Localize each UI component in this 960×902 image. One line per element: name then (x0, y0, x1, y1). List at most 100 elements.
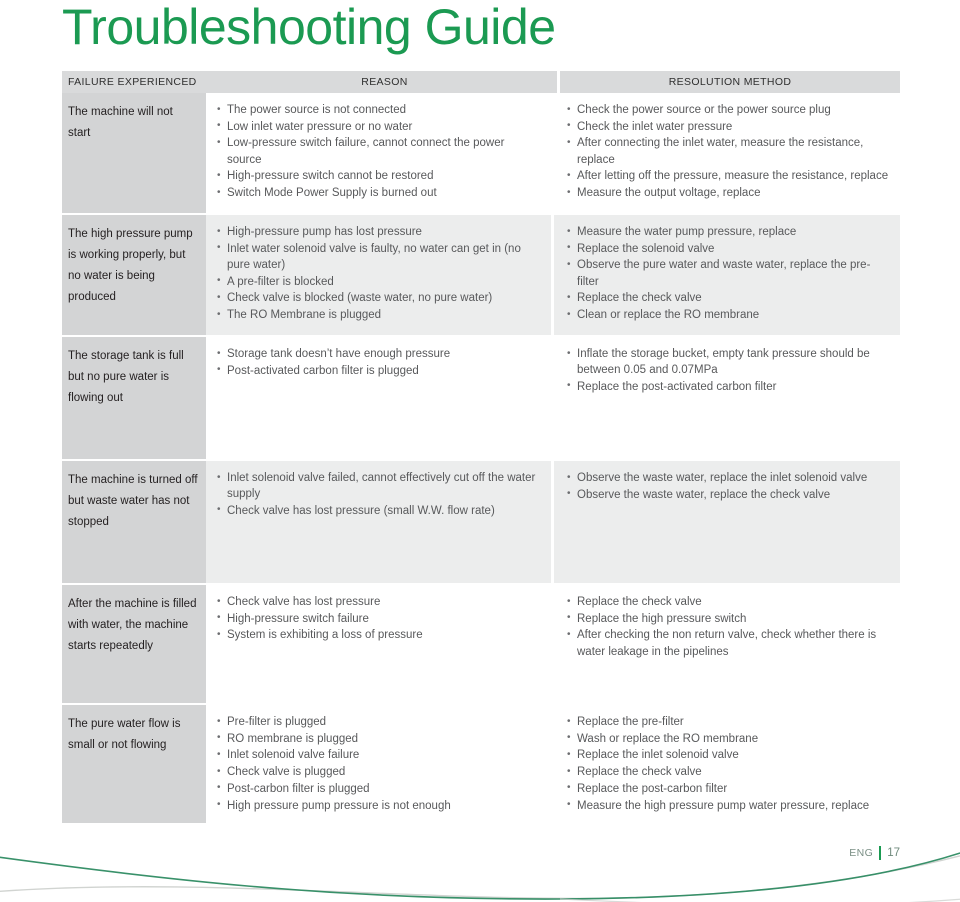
list-item: Replace the high pressure switch (566, 610, 890, 627)
footer-divider-bar (879, 846, 882, 860)
list-item: Replace the check valve (566, 290, 890, 306)
table-body: The machine will not start The power sour… (62, 93, 900, 824)
cell-resolution-list: Replace the pre-filterWash or replace th… (566, 713, 890, 814)
cell-resolution: Observe the waste water, replace the inl… (554, 461, 900, 583)
list-item: Replace the post-activated carbon filter (566, 378, 890, 395)
cell-failure: The machine will not start (62, 93, 206, 213)
page-title: Troubleshooting Guide (62, 0, 556, 55)
list-item: Measure the output voltage, replace (566, 185, 890, 201)
list-item: Post-activated carbon filter is plugged (216, 362, 541, 379)
list-item: High-pressure pump has lost pressure (216, 223, 541, 240)
cell-resolution-list: Measure the water pump pressure, replace… (566, 223, 890, 323)
cell-reason: Storage tank doesn’t have enough pressur… (206, 337, 551, 459)
list-item: Storage tank doesn’t have enough pressur… (216, 345, 541, 362)
list-item: Pre-filter is plugged (216, 713, 541, 730)
cell-reason-list: Check valve has lost pressureHigh-pressu… (216, 593, 541, 644)
list-item: The RO Membrane is plugged (216, 307, 541, 323)
cell-failure: After the machine is filled with water, … (62, 585, 206, 703)
cell-reason: Pre-filter is pluggedRO membrane is plug… (206, 705, 551, 824)
table-row: The machine is turned off but waste wate… (62, 461, 900, 583)
list-item: Check the power source or the power sour… (566, 101, 890, 118)
list-item: Replace the pre-filter (566, 713, 890, 730)
list-item: Check valve is plugged (216, 764, 541, 780)
cell-resolution: Inflate the storage bucket, empty tank p… (554, 337, 900, 459)
list-item: Low-pressure switch failure, cannot conn… (216, 135, 541, 167)
list-item: Replace the solenoid valve (566, 240, 890, 257)
cell-resolution: Measure the water pump pressure, replace… (554, 215, 900, 335)
footer-language: ENG (849, 847, 874, 859)
list-item: Measure the water pump pressure, replace (566, 223, 890, 240)
list-item: Check the inlet water pressure (566, 118, 890, 135)
footer: ENG 17 (849, 846, 900, 860)
list-item: RO membrane is plugged (216, 730, 541, 747)
cell-resolution: Check the power source or the power sour… (554, 93, 900, 213)
failure-text: After the machine is filled with water, … (68, 598, 197, 652)
cell-failure: The storage tank is full but no pure wat… (62, 337, 206, 459)
column-header-failure: FAILURE EXPERIENCED (68, 76, 197, 88)
list-item: Observe the pure water and waste water, … (566, 257, 890, 289)
table-row: The storage tank is full but no pure wat… (62, 337, 900, 459)
cell-reason-list: High-pressure pump has lost pressureInle… (216, 223, 541, 323)
list-item: Clean or replace the RO membrane (566, 307, 890, 323)
list-item: Inlet solenoid valve failure (216, 747, 541, 763)
list-item: Replace the check valve (566, 764, 890, 780)
list-item: Check valve has lost pressure (small W.W… (216, 502, 541, 519)
list-item: Replace the check valve (566, 593, 890, 610)
cell-reason-list: Storage tank doesn’t have enough pressur… (216, 345, 541, 379)
column-header-resolution: RESOLUTION METHOD (668, 76, 792, 88)
list-item: Wash or replace the RO membrane (566, 730, 890, 747)
table-header-row: FAILURE EXPERIENCED REASON RESOLUTION ME… (62, 71, 900, 93)
failure-text: The machine will not start (68, 106, 173, 139)
list-item: System is exhibiting a loss of pressure (216, 627, 541, 643)
list-item: High pressure pump pressure is not enoug… (216, 797, 541, 814)
list-item: Observe the waste water, replace the che… (566, 486, 890, 503)
cell-reason: The power source is not connectedLow inl… (206, 93, 551, 213)
failure-text: The high pressure pump is working proper… (68, 228, 193, 303)
page: Troubleshooting Guide FAILURE EXPERIENCE… (0, 0, 960, 902)
list-item: Inflate the storage bucket, empty tank p… (566, 345, 890, 378)
list-item: Check valve is blocked (waste water, no … (216, 290, 541, 306)
failure-text: The pure water flow is small or not flow… (68, 718, 181, 751)
list-item: High-pressure switch cannot be restored (216, 168, 541, 184)
list-item: Switch Mode Power Supply is burned out (216, 185, 541, 201)
list-item: After letting off the pressure, measure … (566, 168, 890, 184)
list-item: Check valve has lost pressure (216, 593, 541, 610)
cell-failure: The pure water flow is small or not flow… (62, 705, 206, 824)
list-item: After connecting the inlet water, measur… (566, 135, 890, 167)
cell-resolution-list: Inflate the storage bucket, empty tank p… (566, 345, 890, 395)
cell-reason-list: Inlet solenoid valve failed, cannot effe… (216, 469, 541, 519)
cell-resolution: Replace the check valveReplace the high … (554, 585, 900, 703)
cell-reason-list: The power source is not connectedLow inl… (216, 101, 541, 201)
cell-reason-list: Pre-filter is pluggedRO membrane is plug… (216, 713, 541, 814)
cell-resolution-list: Replace the check valveReplace the high … (566, 593, 890, 660)
cell-reason: High-pressure pump has lost pressureInle… (206, 215, 551, 335)
list-item: Measure the high pressure pump water pre… (566, 797, 890, 814)
list-item: Post-carbon filter is plugged (216, 780, 541, 797)
cell-resolution-list: Check the power source or the power sour… (566, 101, 890, 201)
cell-failure: The high pressure pump is working proper… (62, 215, 206, 335)
cell-failure: The machine is turned off but waste wate… (62, 461, 206, 583)
table-row: The pure water flow is small or not flow… (62, 705, 900, 824)
footer-page-number: 17 (887, 847, 900, 859)
list-item: Replace the post-carbon filter (566, 780, 890, 797)
table-row: The machine will not start The power sour… (62, 93, 900, 213)
cell-reason: Inlet solenoid valve failed, cannot effe… (206, 461, 551, 583)
table-row: The high pressure pump is working proper… (62, 215, 900, 335)
failure-text: The machine is turned off but waste wate… (68, 474, 198, 528)
list-item: The power source is not connected (216, 101, 541, 118)
list-item: After checking the non return valve, che… (566, 627, 890, 659)
list-item: Low inlet water pressure or no water (216, 118, 541, 135)
column-header-reason: REASON (361, 76, 408, 88)
table-row: After the machine is filled with water, … (62, 585, 900, 703)
troubleshooting-table: FAILURE EXPERIENCED REASON RESOLUTION ME… (62, 71, 900, 825)
failure-text: The storage tank is full but no pure wat… (68, 350, 184, 404)
list-item: Replace the inlet solenoid valve (566, 747, 890, 763)
cell-resolution-list: Observe the waste water, replace the inl… (566, 469, 890, 503)
cell-reason: Check valve has lost pressureHigh-pressu… (206, 585, 551, 703)
list-item: High-pressure switch failure (216, 610, 541, 627)
list-item: Inlet water solenoid valve is faulty, no… (216, 240, 541, 273)
list-item: A pre-filter is blocked (216, 273, 541, 290)
list-item: Observe the waste water, replace the inl… (566, 469, 890, 486)
cell-resolution: Replace the pre-filterWash or replace th… (554, 705, 900, 824)
list-item: Inlet solenoid valve failed, cannot effe… (216, 469, 541, 502)
